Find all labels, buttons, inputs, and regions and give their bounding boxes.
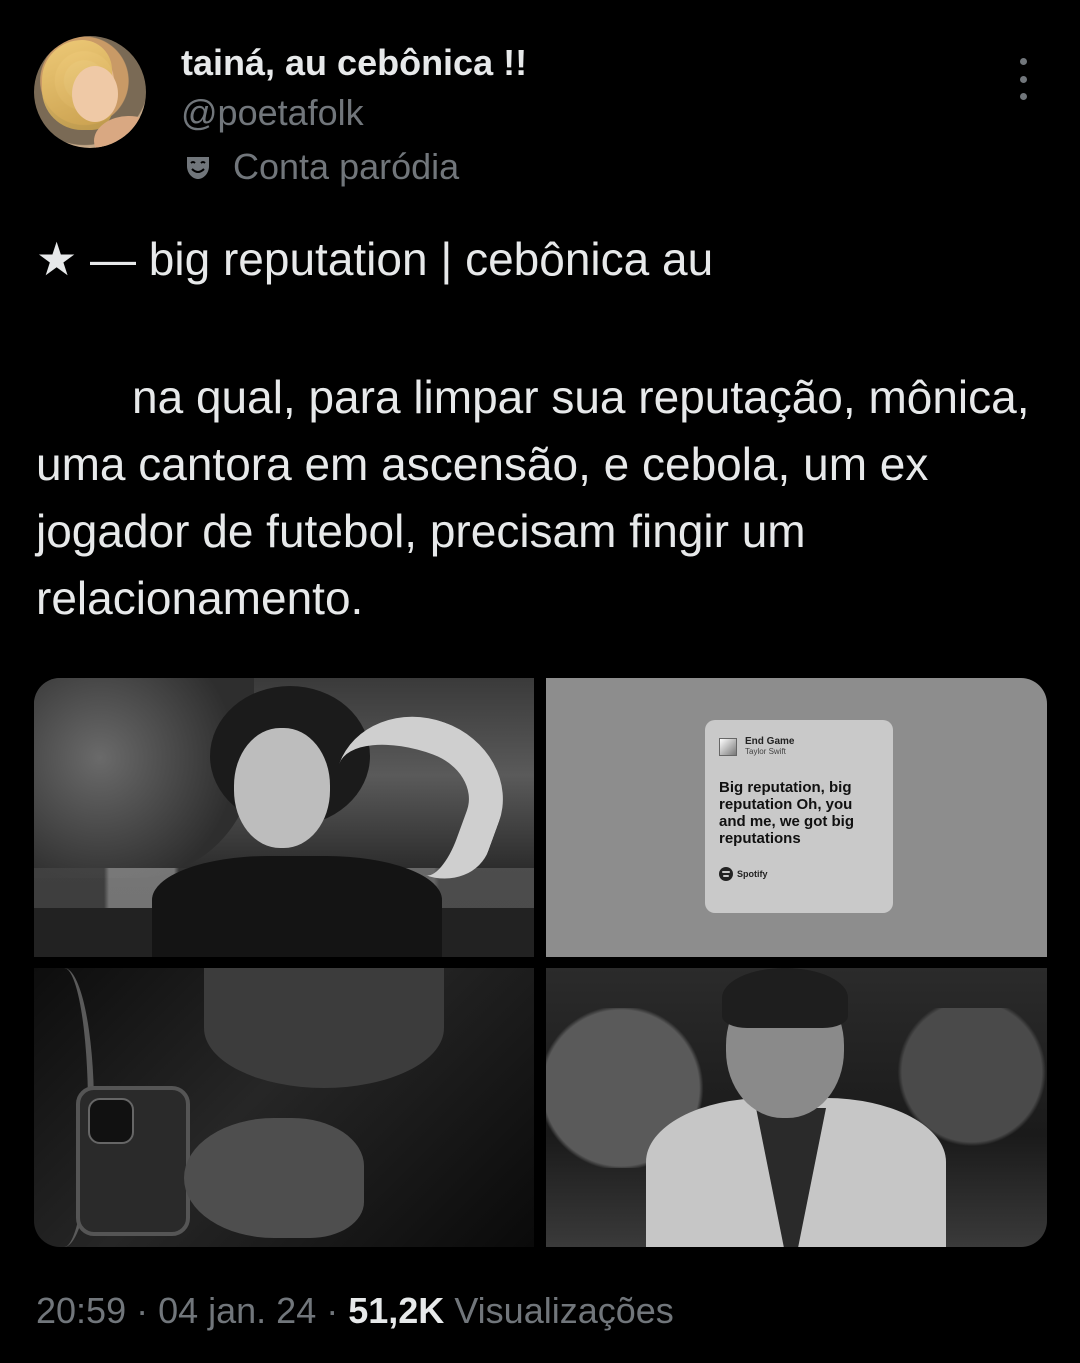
tweet-date[interactable]: 04 jan. 24 bbox=[158, 1290, 316, 1332]
album-cover-icon bbox=[719, 737, 737, 756]
theater-mask-icon bbox=[181, 150, 215, 184]
author-handle[interactable]: @poetafolk bbox=[181, 92, 364, 134]
media-lyric-card[interactable]: End Game Taylor Swift Big reputation, bi… bbox=[546, 678, 1047, 957]
parody-label-text: Conta paródia bbox=[233, 146, 460, 187]
media-photo-man[interactable] bbox=[546, 968, 1047, 1247]
tweet-time[interactable]: 20:59 bbox=[36, 1290, 126, 1332]
tweet-body: na qual, para limpar sua reputação, môni… bbox=[36, 364, 1056, 632]
author-display-name[interactable]: tainá, au cebônica !! bbox=[181, 42, 527, 84]
views-count: 51,2K bbox=[348, 1290, 445, 1331]
spotify-label: Spotify bbox=[737, 869, 768, 879]
meta-separator: · bbox=[326, 1290, 339, 1331]
tweet-title: ★ — big reputation | cebônica au bbox=[36, 233, 714, 285]
media-photo-phone[interactable] bbox=[34, 968, 534, 1247]
meta-separator: · bbox=[136, 1290, 149, 1331]
media-grid: End Game Taylor Swift Big reputation, bi… bbox=[34, 678, 1047, 1247]
avatar-face bbox=[72, 66, 118, 122]
song-title: End Game bbox=[745, 736, 795, 747]
spotify-icon bbox=[719, 867, 733, 881]
views-label: Visualizações bbox=[454, 1290, 674, 1331]
song-artist: Taylor Swift bbox=[745, 747, 786, 756]
more-vertical-icon[interactable] bbox=[1013, 58, 1033, 100]
spotify-lyric-card: End Game Taylor Swift Big reputation, bi… bbox=[705, 720, 893, 913]
parody-account-label: Conta paródia bbox=[181, 146, 459, 188]
media-photo-girl[interactable] bbox=[34, 678, 534, 957]
song-lyrics: Big reputation, big reputation Oh, you a… bbox=[719, 779, 855, 847]
tweet-meta: 20:59 · 04 jan. 24 · 51,2K Visualizações bbox=[36, 1290, 674, 1332]
tweet-body-text: na qual, para limpar sua reputação, môni… bbox=[36, 371, 1030, 624]
avatar[interactable] bbox=[34, 36, 146, 148]
